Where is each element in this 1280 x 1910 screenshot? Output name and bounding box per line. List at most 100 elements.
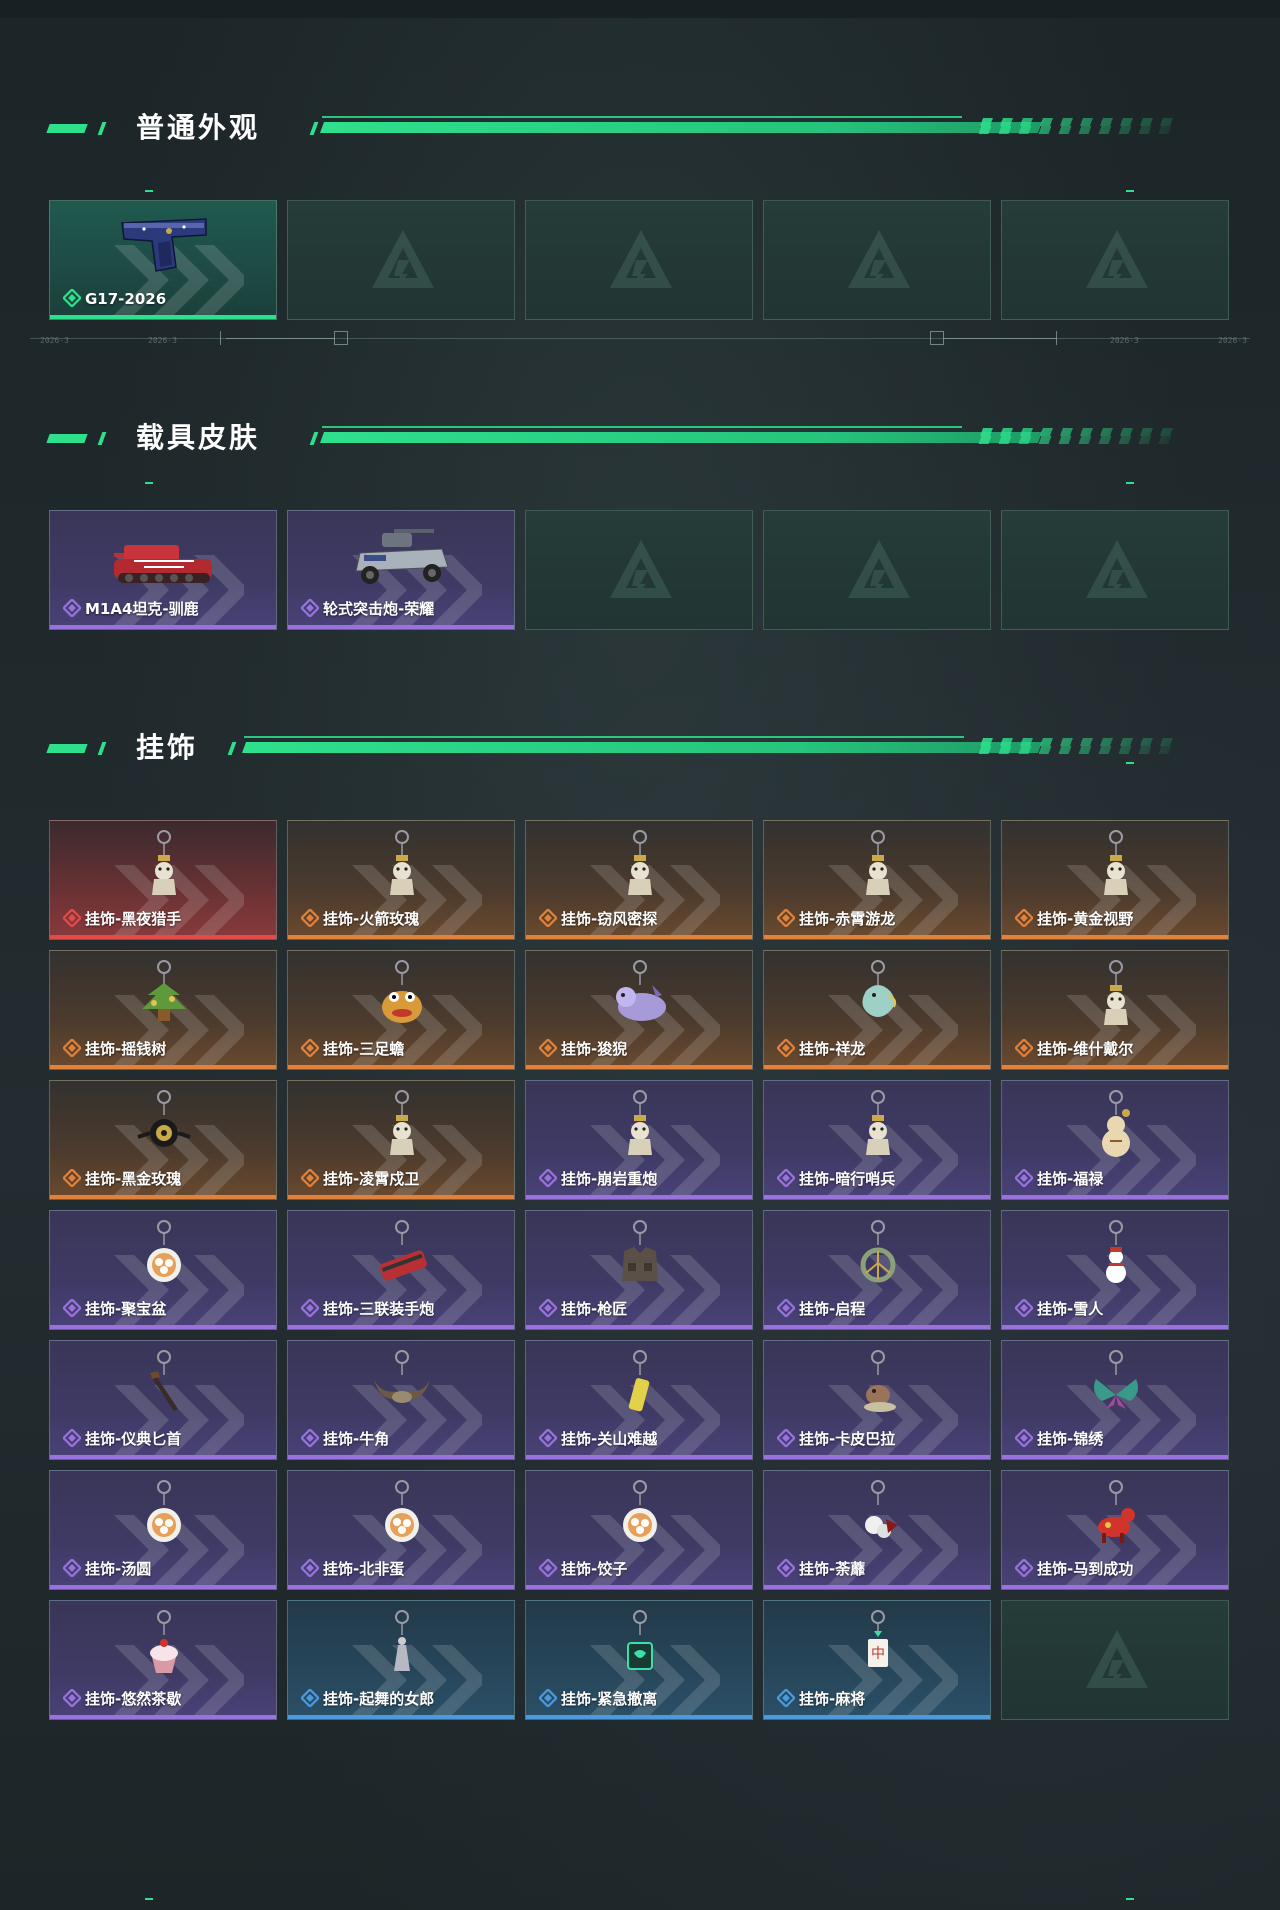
item-card[interactable]: M1A4坦克-驯鹿 xyxy=(49,510,277,630)
item-name: 轮式突击炮-荣耀 xyxy=(323,600,435,618)
timeline-label: 2026-3 xyxy=(1218,336,1247,345)
empty-slot[interactable] xyxy=(525,200,753,320)
rarity-diamond-icon xyxy=(775,1167,797,1189)
rarity-diamond-icon xyxy=(537,1037,559,1059)
item-card[interactable]: 挂饰-窃风密探 xyxy=(525,820,753,940)
charm-dagger-icon xyxy=(114,1345,214,1427)
rarity-diamond-icon xyxy=(299,1687,321,1709)
item-card[interactable]: 挂饰-黑金玫瑰 xyxy=(49,1080,277,1200)
item-card[interactable]: 挂饰-卡皮巴拉 xyxy=(763,1340,991,1460)
timeline-tick xyxy=(1056,331,1057,345)
item-card[interactable]: 挂饰-起舞的女郎 xyxy=(287,1600,515,1720)
charm-horse-icon xyxy=(1066,1475,1166,1557)
item-card[interactable]: 挂饰-汤圆 xyxy=(49,1470,277,1590)
item-card[interactable]: 挂饰-关山难越 xyxy=(525,1340,753,1460)
section-title: 载具皮肤 xyxy=(136,421,261,454)
item-card[interactable]: 挂饰-福禄 xyxy=(1001,1080,1229,1200)
timeline-segment xyxy=(226,338,334,339)
rarity-bar xyxy=(764,1065,990,1069)
item-name: 挂饰-起舞的女郎 xyxy=(323,1690,435,1708)
item-card[interactable]: 挂饰-祥龙 xyxy=(763,950,991,1070)
item-card[interactable]: 挂饰-马到成功 xyxy=(1001,1470,1229,1590)
item-card[interactable]: 挂饰-赤霄游龙 xyxy=(763,820,991,940)
item-card[interactable]: 挂饰-凌霄戍卫 xyxy=(287,1080,515,1200)
timeline-line xyxy=(30,338,1250,339)
item-name: 挂饰-卡皮巴拉 xyxy=(799,1430,896,1448)
item-card[interactable]: 挂饰-黄金视野 xyxy=(1001,820,1229,940)
charm-gourd-icon xyxy=(1066,1085,1166,1167)
charm-launcher-icon xyxy=(352,1215,452,1297)
charm-box-icon xyxy=(590,1605,690,1687)
empty-slot[interactable] xyxy=(1001,200,1229,320)
item-card[interactable]: 挂饰-枪匠 xyxy=(525,1210,753,1330)
header-thin-line xyxy=(322,116,962,118)
timeline-label: 2026-3 xyxy=(40,336,69,345)
section-title: 挂饰 xyxy=(136,731,199,764)
empty-slot[interactable] xyxy=(763,510,991,630)
empty-slot[interactable] xyxy=(763,200,991,320)
rarity-bar xyxy=(50,935,276,939)
item-card[interactable]: 挂饰-暗行哨兵 xyxy=(763,1080,991,1200)
empty-slot[interactable] xyxy=(287,200,515,320)
item-card[interactable]: 挂饰-悠然茶歇 xyxy=(49,1600,277,1720)
charm-figure-icon xyxy=(114,825,214,907)
item-card[interactable]: 挂饰-紧急撤离 xyxy=(525,1600,753,1720)
item-card[interactable]: 挂饰-荼蘼 xyxy=(763,1470,991,1590)
item-card[interactable]: 挂饰-摇钱树 xyxy=(49,950,277,1070)
item-card[interactable]: 挂饰-崩岩重炮 xyxy=(525,1080,753,1200)
item-card[interactable]: 挂饰-锦绣 xyxy=(1001,1340,1229,1460)
item-card[interactable]: 挂饰-狻猊 xyxy=(525,950,753,1070)
charm-toad-icon xyxy=(352,955,452,1037)
item-card[interactable]: 挂饰-仪典匕首 xyxy=(49,1340,277,1460)
charm-bowl-icon xyxy=(352,1475,452,1557)
section-header: 载具皮肤 xyxy=(46,420,1200,456)
item-card[interactable]: 挂饰-雪人 xyxy=(1001,1210,1229,1330)
rarity-diamond-icon xyxy=(61,1297,83,1319)
charm-figure-icon xyxy=(590,1085,690,1167)
rarity-bar xyxy=(764,1585,990,1589)
item-name: 挂饰-火箭玫瑰 xyxy=(323,910,420,928)
item-card[interactable]: 挂饰-黑夜猎手 xyxy=(49,820,277,940)
item-card[interactable]: G17-2026 xyxy=(49,200,277,320)
item-name: 挂饰-饺子 xyxy=(561,1560,628,1578)
empty-slot[interactable] xyxy=(525,510,753,630)
item-card[interactable]: 挂饰-火箭玫瑰 xyxy=(287,820,515,940)
section-header: 普通外观 xyxy=(46,110,1200,146)
item-card[interactable]: 挂饰-三联装手炮 xyxy=(287,1210,515,1330)
game-logo-icon xyxy=(844,226,914,296)
item-card[interactable]: 挂饰-北非蛋 xyxy=(287,1470,515,1590)
empty-slot[interactable] xyxy=(1001,510,1229,630)
item-card[interactable]: 挂饰-启程 xyxy=(763,1210,991,1330)
game-logo-icon xyxy=(1082,536,1152,606)
header-dash xyxy=(46,434,88,443)
rarity-diamond-icon xyxy=(61,287,83,309)
empty-slot[interactable] xyxy=(1001,1600,1229,1720)
game-logo-icon xyxy=(606,536,676,606)
corner-mark xyxy=(145,190,153,192)
rarity-bar xyxy=(288,1585,514,1589)
rarity-diamond-icon xyxy=(61,1167,83,1189)
item-card[interactable]: 挂饰-牛角 xyxy=(287,1340,515,1460)
charm-bowl-icon xyxy=(114,1215,214,1297)
rarity-bar xyxy=(526,1715,752,1719)
section-header: 挂饰 xyxy=(46,730,1200,766)
item-name: 挂饰-牛角 xyxy=(323,1430,390,1448)
rarity-diamond-icon xyxy=(299,1167,321,1189)
rarity-diamond-icon xyxy=(537,907,559,929)
pistol-icon xyxy=(114,205,214,287)
rarity-bar xyxy=(764,1455,990,1459)
item-card[interactable]: 中挂饰-麻将 xyxy=(763,1600,991,1720)
item-name: 挂饰-北非蛋 xyxy=(323,1560,405,1578)
item-card[interactable]: 挂饰-饺子 xyxy=(525,1470,753,1590)
item-name: 挂饰-紧急撤离 xyxy=(561,1690,658,1708)
charm-scroll-icon xyxy=(590,1345,690,1427)
item-card[interactable]: 挂饰-维什戴尔 xyxy=(1001,950,1229,1070)
item-card[interactable]: 挂饰-三足蟾 xyxy=(287,950,515,1070)
item-card[interactable]: 挂饰-聚宝盆 xyxy=(49,1210,277,1330)
item-name: 挂饰-凌霄戍卫 xyxy=(323,1170,420,1188)
header-dash xyxy=(46,744,88,753)
corner-mark xyxy=(1126,482,1134,484)
item-name: 挂饰-黄金视野 xyxy=(1037,910,1134,928)
item-card[interactable]: 轮式突击炮-荣耀 xyxy=(287,510,515,630)
charm-mahjong-icon: 中 xyxy=(828,1605,928,1687)
